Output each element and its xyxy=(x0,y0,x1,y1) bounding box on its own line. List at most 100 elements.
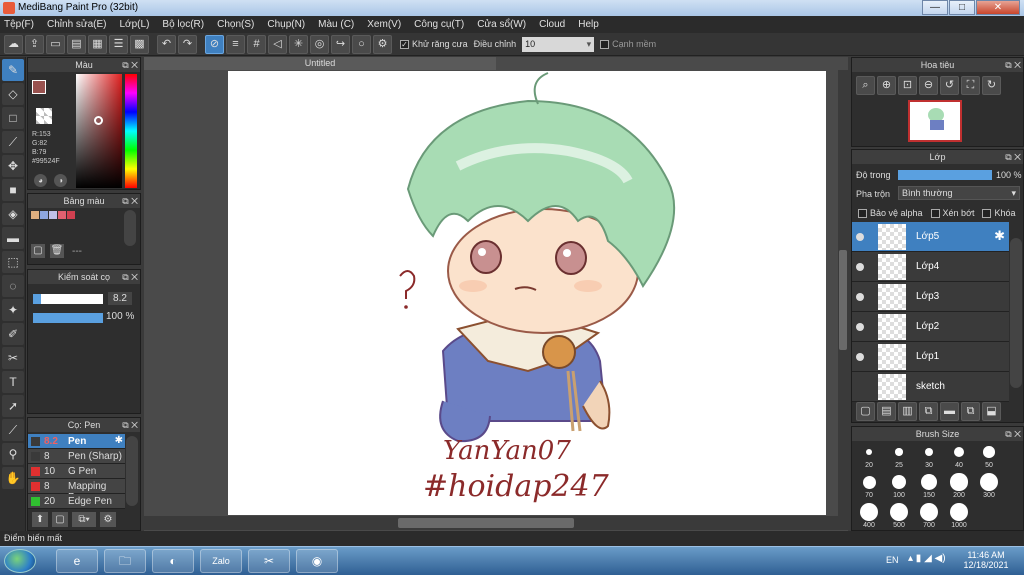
layer-list-scrollbar[interactable] xyxy=(1010,238,1022,388)
brush-cloud-icon[interactable]: ⬆ xyxy=(32,512,48,527)
menu-select[interactable]: Chọn(S) xyxy=(217,19,254,30)
brush-opacity-slider[interactable] xyxy=(33,313,103,323)
brush-tool-icon[interactable]: ✎ xyxy=(2,59,24,81)
list-icon[interactable]: ☰ xyxy=(109,34,128,54)
zoom-icon[interactable]: ⌕ xyxy=(856,76,875,95)
taskbar-app-ie[interactable]: e xyxy=(56,549,98,573)
folder-icon[interactable]: ▬ xyxy=(940,402,959,421)
grid-snap-icon[interactable]: # xyxy=(247,34,266,54)
operation-tool-icon[interactable]: ➚ xyxy=(2,395,24,417)
document-tab[interactable]: Untitled xyxy=(144,57,496,70)
brush-size-dot[interactable] xyxy=(950,473,968,491)
add-brush-menu-icon[interactable]: ⧉▾ xyxy=(72,512,96,527)
brush-size-dot[interactable] xyxy=(866,449,872,455)
undo-icon[interactable]: ↶ xyxy=(157,34,176,54)
panel-close-icon[interactable]: ⧉ ✕ xyxy=(122,58,138,72)
brush-item-g-pen[interactable]: 10 G Pen xyxy=(28,464,125,479)
merge-layer-icon[interactable]: ⬓ xyxy=(982,402,1001,421)
brush-settings-gear-icon[interactable]: ✱ xyxy=(115,435,123,446)
menu-tools[interactable]: Công cụ(T) xyxy=(414,19,464,30)
layer-row-sketch[interactable]: sketch xyxy=(852,372,1009,402)
palette-scrollbar[interactable] xyxy=(124,210,136,246)
layer-row-4[interactable]: Lớp4 xyxy=(852,252,1009,282)
brush-settings-icon[interactable]: ⚙ xyxy=(100,512,116,527)
taskbar-app-zalo[interactable]: Zalo xyxy=(200,549,242,573)
message-icon[interactable]: ▤ xyxy=(67,34,86,54)
menu-layer[interactable]: Lớp(L) xyxy=(120,19,150,30)
new-8bit-layer-icon[interactable]: ▥ xyxy=(898,402,917,421)
palette-swatch[interactable] xyxy=(67,211,75,219)
magic-wand-tool-icon[interactable]: ✦ xyxy=(2,299,24,321)
hand-tool-icon[interactable]: ✋ xyxy=(2,467,24,489)
layer-row-5[interactable]: Lớp5 ✱ xyxy=(852,222,1009,252)
brush-item-mapping-pen[interactable]: 8 Mapping Pen xyxy=(28,479,125,503)
fullscreen-icon[interactable]: ⛶ xyxy=(961,76,980,95)
palette-swatch[interactable] xyxy=(40,211,48,219)
color-picker-icon[interactable]: ◑ xyxy=(54,174,67,187)
layer-row-2[interactable]: Lớp2 xyxy=(852,312,1009,342)
curve-snap-icon[interactable]: ↪ xyxy=(331,34,350,54)
cloud-icon[interactable]: ☁ xyxy=(4,34,23,54)
palette-wheel-icon[interactable]: ◕ xyxy=(34,174,47,187)
dot-tool-icon[interactable]: ⟋ xyxy=(2,131,24,153)
menu-view[interactable]: Xem(V) xyxy=(367,19,401,30)
share-icon[interactable]: ⇪ xyxy=(25,34,44,54)
brush-size-dot[interactable] xyxy=(921,474,937,490)
brush-size-dot[interactable] xyxy=(950,503,968,521)
brush-item-edge-pen[interactable]: 20 Edge Pen xyxy=(28,494,125,509)
menu-snap[interactable]: Chụp(N) xyxy=(267,19,305,30)
bucket-tool-icon[interactable]: ◈ xyxy=(2,203,24,225)
select-pen-tool-icon[interactable]: ✐ xyxy=(2,323,24,345)
protect-alpha-checkbox[interactable] xyxy=(858,208,867,218)
panel-close-icon[interactable]: ⧉ ✕ xyxy=(1005,427,1021,441)
zoom-in-icon[interactable]: ⊕ xyxy=(877,76,896,95)
correction-select[interactable]: 10 xyxy=(522,36,595,52)
clipping-checkbox[interactable] xyxy=(930,208,940,218)
lock-checkbox[interactable] xyxy=(982,208,992,218)
brush-size-dot[interactable] xyxy=(862,475,876,489)
visibility-eye-icon[interactable] xyxy=(856,353,864,361)
taskbar-app-explorer[interactable]: 🗀 xyxy=(104,549,146,573)
brush-list-scrollbar[interactable] xyxy=(126,436,138,506)
brush-size-dot[interactable] xyxy=(890,503,908,521)
tray-icons[interactable]: ▴ ▮ ◢ ◀) xyxy=(908,553,946,564)
rotate-right-icon[interactable]: ↻ xyxy=(982,76,1001,95)
parallel-snap-icon[interactable]: ≡ xyxy=(226,34,245,54)
layer-settings-gear-icon[interactable]: ✱ xyxy=(994,228,1005,244)
move-tool-icon[interactable]: ✥ xyxy=(2,155,24,177)
start-button[interactable] xyxy=(4,549,36,573)
select-eraser-tool-icon[interactable]: ✂ xyxy=(2,347,24,369)
divide-tool-icon[interactable]: ⟋ xyxy=(2,419,24,441)
lasso-tool-icon[interactable]: ◌ xyxy=(2,275,24,297)
clock[interactable]: 11:46 AM 12/18/2021 xyxy=(962,550,1010,570)
vertical-scroll-thumb[interactable] xyxy=(839,250,847,350)
select-tool-icon[interactable]: ⬚ xyxy=(2,251,24,273)
eraser-tool-icon[interactable]: ◇ xyxy=(2,83,24,105)
language-indicator[interactable]: EN xyxy=(886,555,899,565)
blend-mode-select[interactable]: Bình thường ▾ xyxy=(898,186,1020,200)
add-layer-menu-icon[interactable]: ⧉ xyxy=(919,402,938,421)
brush-size-value[interactable]: 8.2 xyxy=(108,292,132,305)
menu-edit[interactable]: Chỉnh sửa(E) xyxy=(47,19,107,30)
brush-size-dot[interactable] xyxy=(953,446,965,458)
menu-help[interactable]: Help xyxy=(578,19,599,30)
new-layer-icon[interactable]: ▢ xyxy=(856,402,875,421)
brush-size-dot[interactable] xyxy=(891,474,907,490)
rectangle-tool-icon[interactable]: □ xyxy=(2,107,24,129)
redo-icon[interactable]: ↷ xyxy=(178,34,197,54)
eyedropper-tool-icon[interactable]: ⚲ xyxy=(2,443,24,465)
snap-off-icon[interactable]: ⊘ xyxy=(205,34,224,54)
minimize-button[interactable]: — xyxy=(922,0,948,15)
taskbar-app-medibang[interactable]: ◐ xyxy=(152,549,194,573)
horizontal-scroll-thumb[interactable] xyxy=(398,518,574,528)
brush-size-dot[interactable] xyxy=(920,503,938,521)
transparent-color-swatch[interactable] xyxy=(36,108,52,124)
delete-palette-icon[interactable]: 🗑 xyxy=(50,244,64,258)
document-icon[interactable]: ▦ xyxy=(88,34,107,54)
menu-file[interactable]: Tệp(F) xyxy=(4,19,34,30)
radial-snap-icon[interactable]: ✳ xyxy=(289,34,308,54)
layer-row-1[interactable]: Lớp1 xyxy=(852,342,1009,372)
comment-icon[interactable]: ▭ xyxy=(46,34,65,54)
close-button[interactable]: ✕ xyxy=(976,0,1020,15)
brush-item-pen-sharp[interactable]: 8 Pen (Sharp) xyxy=(28,449,125,464)
